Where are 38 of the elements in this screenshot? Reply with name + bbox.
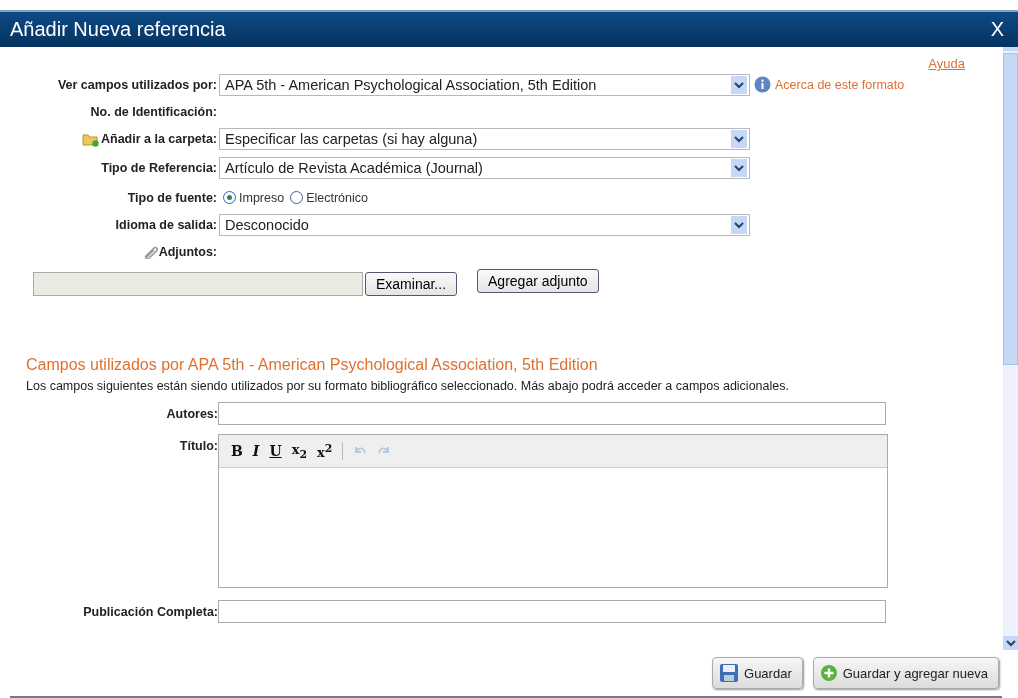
field-label: No. de Identificación: (90, 104, 217, 119)
field-label: Adjuntos: (158, 244, 217, 259)
scrollbar[interactable] (1003, 47, 1018, 650)
window-title: Añadir Nueva referencia (10, 18, 226, 41)
field-label: Ver campos utilizados por: (57, 77, 217, 92)
radio-button[interactable] (223, 191, 236, 204)
save-and-new-button[interactable]: Guardar y agregar nueva (812, 657, 999, 689)
subscript-button[interactable]: x$_{2}$ (287, 441, 311, 461)
field-label: Título: (179, 439, 218, 455)
text-field[interactable] (218, 402, 886, 425)
bold-button[interactable]: B (227, 443, 247, 459)
field-label: Publicación Completa: (83, 605, 218, 621)
dropdown[interactable]: Desconocido (219, 213, 750, 236)
info-icon (754, 76, 771, 93)
section-description: Los campos siguientes están siendo utilizados por su formato bibliográfico seleccionado. Más abajo podrá acceder a campos adicionales. (26, 379, 790, 393)
radio-label: Electrónico (306, 190, 368, 205)
radio-button[interactable] (290, 191, 304, 204)
rich-text-editor[interactable]: B I U x$_{2}$ x$^{2}$ (218, 434, 888, 588)
save-button[interactable]: Guardar (712, 657, 803, 689)
underline-button[interactable]: U (265, 443, 286, 459)
close-button[interactable]: X (990, 18, 1004, 41)
field-label: Tipo de Referencia: (101, 161, 217, 175)
browse-button[interactable]: Examinar... (365, 272, 458, 296)
add-attachment-button[interactable]: Agregar adjunto (477, 269, 599, 293)
field-label: Autores: (166, 407, 218, 423)
plus-circle-icon (819, 664, 838, 682)
italic-button[interactable]: I (248, 443, 264, 459)
field-label: Añadir a la carpeta: (101, 131, 217, 146)
radio-label: Impreso (239, 190, 285, 205)
dropdown[interactable]: APA 5th - American Psychological Association, 5th Edition (219, 73, 750, 96)
dropdown[interactable]: Especificar las carpetas (si hay alguna) (219, 127, 750, 150)
field-label: Idioma de salida: (115, 217, 217, 232)
text-field[interactable] (218, 600, 886, 623)
file-path-field[interactable] (33, 272, 363, 296)
superscript-button[interactable]: x$^{2}$ (312, 441, 337, 461)
field-label: Tipo de fuente: (127, 190, 217, 205)
section-title: Campos utilizados por APA 5th - American Psychological Association, 5th Edition (26, 356, 599, 374)
dropdown[interactable]: Artículo de Revista Académica (Journal) (219, 157, 750, 179)
